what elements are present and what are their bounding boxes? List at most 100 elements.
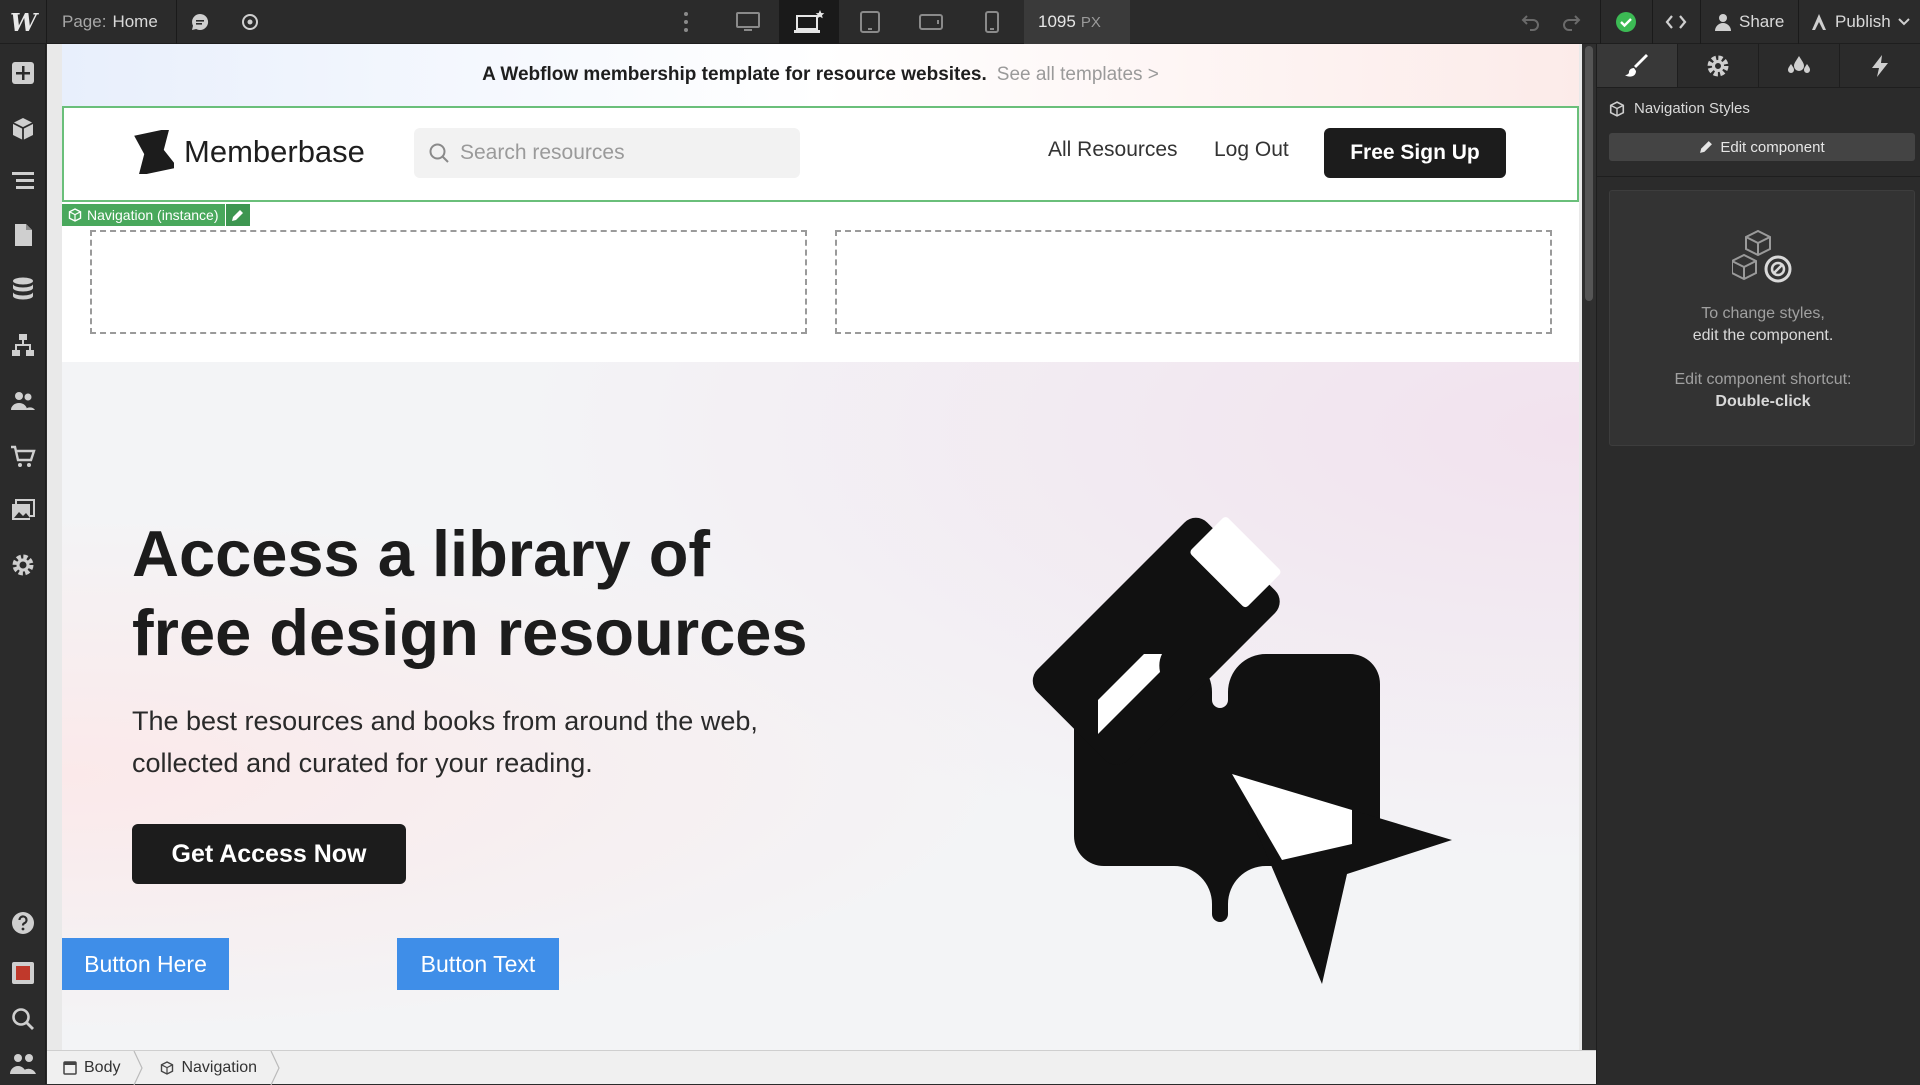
logic-icon[interactable] <box>8 330 38 360</box>
breadcrumb-chevron-icon <box>133 1050 144 1085</box>
info-line: To change styles, <box>1701 305 1825 322</box>
empty-div-block[interactable] <box>90 230 807 334</box>
navigator-icon[interactable] <box>8 166 38 196</box>
navigation-instance[interactable]: Memberbase All Resources Log Out Free Si… <box>62 106 1579 202</box>
tab-lightning[interactable] <box>1840 44 1920 87</box>
toolbar-divider <box>1600 0 1601 44</box>
mobile-landscape-icon[interactable] <box>901 0 961 44</box>
panel-divider <box>1597 176 1920 177</box>
canvas-width-field[interactable]: 1095 PX <box>1024 0 1130 44</box>
page-prefix: Page: <box>62 12 107 31</box>
page-selector[interactable]: Page: Home <box>62 0 158 44</box>
breadcrumb-chevron-icon <box>270 1050 280 1085</box>
get-access-button[interactable]: Get Access Now <box>132 824 406 884</box>
selector-title: Navigation Styles <box>1609 100 1750 117</box>
see-templates-link[interactable]: See all templates > <box>997 64 1159 86</box>
panel-tabs <box>1597 44 1920 88</box>
breadcrumb-label: Body <box>84 1058 121 1076</box>
locked-components-icon <box>1732 229 1792 283</box>
top-toolbar: W Page: Home 1095 PX Share Publish <box>0 0 1920 44</box>
left-sidebar <box>0 44 46 1084</box>
assets-icon[interactable] <box>8 496 38 526</box>
toolbar-divider <box>46 0 47 44</box>
hero-subtitle-line: The best resources and books from around… <box>132 706 758 736</box>
component-tag: Navigation (instance) <box>62 204 225 226</box>
comment-icon[interactable] <box>180 0 220 44</box>
preview-eye-icon[interactable] <box>230 0 270 44</box>
component-tag-label: Navigation (instance) <box>87 207 219 223</box>
lightning-icon <box>1872 54 1888 77</box>
search-icon[interactable] <box>8 1004 38 1034</box>
component-icon <box>161 1060 174 1075</box>
help-icon[interactable] <box>8 908 38 938</box>
style-panel: Navigation Styles Edit component To chan… <box>1596 44 1920 1084</box>
button-text[interactable]: Button Text <box>397 938 559 990</box>
tab-settings[interactable] <box>1678 44 1759 87</box>
scrollbar-thumb[interactable] <box>1585 46 1593 301</box>
mobile-portrait-icon[interactable] <box>962 0 1022 44</box>
code-icon[interactable] <box>1656 0 1696 44</box>
memberbase-logo-icon <box>134 130 174 174</box>
publish-button[interactable]: Publish <box>1810 0 1910 44</box>
status-check-icon[interactable] <box>1606 0 1646 44</box>
style-brush-icon <box>1625 53 1648 77</box>
webflow-logo[interactable]: W <box>10 0 38 44</box>
canvas-width-unit: PX <box>1080 13 1101 31</box>
button-here[interactable]: Button Here <box>62 938 229 990</box>
empty-div-block[interactable] <box>835 230 1552 334</box>
hero-subtitle-line: collected and curated for your reading. <box>132 748 593 778</box>
undo-icon[interactable] <box>1511 0 1551 44</box>
free-signup-button[interactable]: Free Sign Up <box>1324 128 1506 178</box>
nav-link-all-resources[interactable]: All Resources <box>1048 138 1178 162</box>
add-panel-icon[interactable] <box>8 58 38 88</box>
page-name: Home <box>112 12 158 31</box>
breadcrumb-navigation[interactable]: Navigation <box>144 1051 269 1085</box>
edit-component-label: Edit component <box>1720 138 1825 156</box>
components-icon[interactable] <box>8 114 38 144</box>
canvas-scrollbar[interactable] <box>1582 44 1596 1050</box>
nav-link-log-out[interactable]: Log Out <box>1214 138 1289 162</box>
tablet-icon[interactable] <box>840 0 900 44</box>
ecommerce-icon[interactable] <box>8 442 38 472</box>
pages-icon[interactable] <box>8 220 38 250</box>
laptop-star-icon[interactable] <box>779 0 839 44</box>
cms-icon[interactable] <box>8 274 38 304</box>
search-box[interactable] <box>414 128 800 178</box>
component-icon <box>1609 100 1625 117</box>
desktop-icon[interactable] <box>718 0 778 44</box>
share-label: Share <box>1739 12 1785 31</box>
publish-icon <box>1812 14 1826 30</box>
hero-heading-line: free design resources <box>132 596 808 669</box>
designer-canvas[interactable]: A Webflow membership template for resour… <box>47 44 1582 1050</box>
search-input[interactable] <box>460 141 780 165</box>
toolbar-divider <box>176 0 177 44</box>
edit-pencil-icon[interactable] <box>225 204 250 226</box>
share-button[interactable]: Share <box>1714 0 1784 44</box>
users-icon[interactable] <box>8 386 38 416</box>
settings-icon[interactable] <box>8 550 38 580</box>
edit-component-button[interactable]: Edit component <box>1609 133 1915 161</box>
tab-style[interactable] <box>1597 44 1678 87</box>
design-tools-illustration <box>1032 517 1452 984</box>
hero-subtitle: The best resources and books from around… <box>132 700 852 784</box>
settings-gear-icon <box>1707 55 1729 76</box>
people-icon[interactable] <box>8 1048 38 1078</box>
shortcut-label: Edit component shortcut: <box>1674 371 1852 388</box>
banner-text: A Webflow membership template for resour… <box>482 64 987 85</box>
selection-label[interactable]: Navigation (instance) <box>62 204 250 226</box>
search-icon <box>429 143 449 163</box>
body-icon <box>63 1060 77 1075</box>
tutorial-icon[interactable] <box>8 958 38 988</box>
more-vertical-icon[interactable] <box>666 0 706 44</box>
redo-icon[interactable] <box>1551 0 1591 44</box>
hero-heading-line: Access a library of <box>132 517 711 590</box>
info-line: edit the component. <box>1692 327 1834 344</box>
component-info-card: To change styles, edit the component. Ed… <box>1609 190 1915 446</box>
interactions-drops-icon <box>1788 55 1810 73</box>
tab-interactions[interactable] <box>1759 44 1840 87</box>
selector-title-label: Navigation Styles <box>1634 100 1750 117</box>
brand-logo[interactable]: Memberbase <box>134 130 365 174</box>
component-icon <box>68 208 82 222</box>
site-page[interactable]: A Webflow membership template for resour… <box>62 44 1579 1050</box>
breadcrumb-body[interactable]: Body <box>47 1051 132 1085</box>
